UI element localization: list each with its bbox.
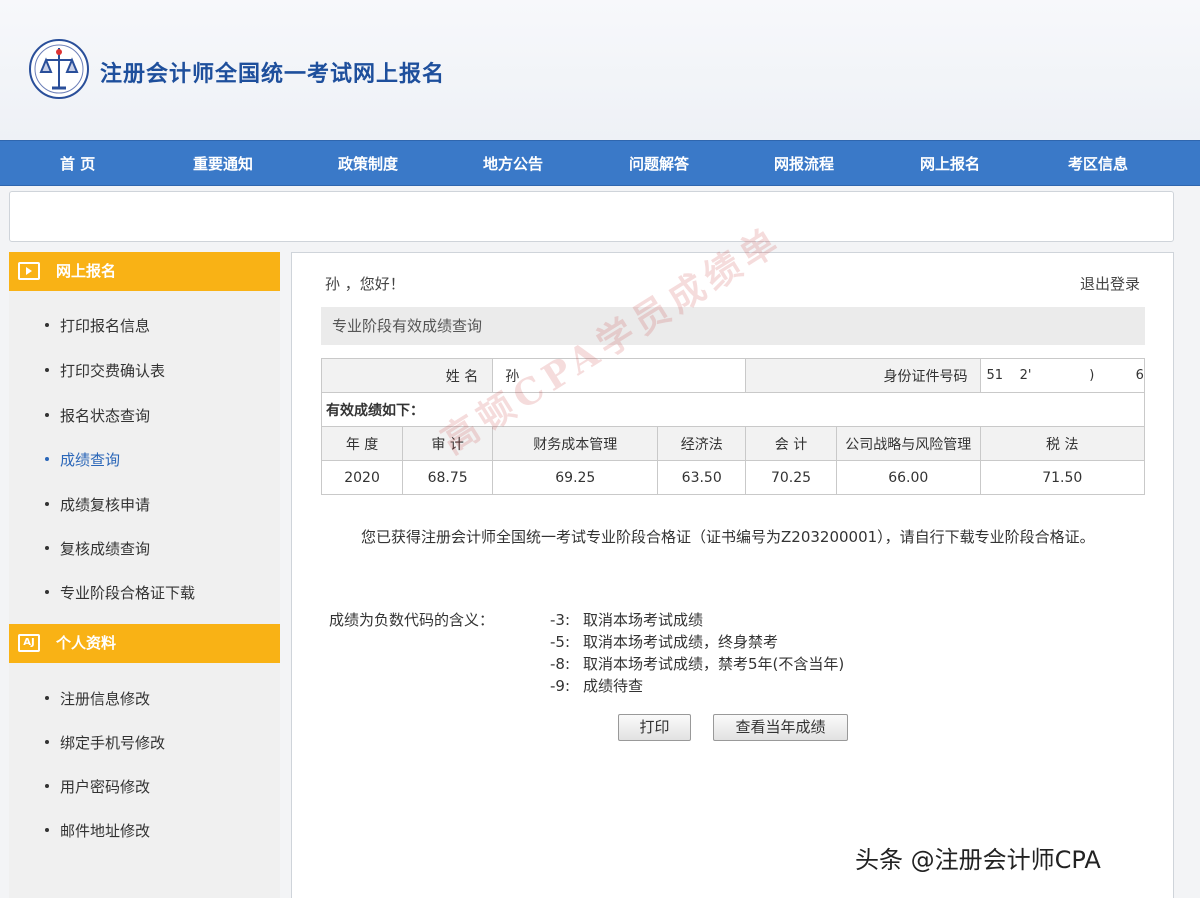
id-label: 身份证件号码: [745, 358, 981, 393]
sidebar-header-label: 个人资料: [56, 634, 117, 652]
bullet-icon: [45, 412, 49, 417]
sidebar: 网上报名 打印报名信息 打印交费确认表 报名状态查询 成绩查询 成绩复核申请 复…: [9, 252, 280, 898]
code-meaning: 取消本场考试成绩，终身禁考: [583, 633, 779, 651]
code-meaning: 成绩待查: [583, 677, 644, 695]
header-financial-management: 财务成本管理: [492, 426, 659, 461]
greeting: 孙 ，您好！: [325, 275, 405, 293]
header-audit: 审 计: [402, 426, 494, 461]
bullet-icon: [45, 739, 49, 744]
logout-link[interactable]: 退出登录: [1080, 273, 1140, 294]
sidebar-item-label: 复核成绩查询: [60, 540, 151, 558]
sidebar-item-label: 成绩查询: [60, 451, 121, 469]
cell-tax: 71.50: [979, 460, 1146, 495]
header-tax: 税 法: [979, 426, 1146, 461]
sidebar-header-label: 网上报名: [56, 262, 117, 280]
list-item: -5: 取消本场考试成绩，终身禁考: [550, 631, 844, 653]
cell-financial-management: 69.25: [492, 460, 659, 495]
nav-item-faq[interactable]: 问题解答: [629, 141, 689, 187]
sidebar-item-review-apply[interactable]: 成绩复核申请: [45, 494, 150, 515]
sidebar-item-review-query[interactable]: 复核成绩查询: [45, 538, 150, 559]
cell-audit: 68.75: [402, 460, 494, 495]
bullet-icon: [45, 456, 49, 461]
bullet-icon: [45, 322, 49, 327]
header-year: 年 度: [320, 426, 404, 461]
sidebar-item-print-registration[interactable]: 打印报名信息: [45, 315, 150, 336]
sidebar-item-edit-password[interactable]: 用户密码修改: [45, 776, 150, 797]
section-title-bar: 专业阶段有效成绩查询: [321, 307, 1145, 345]
bullet-icon: [45, 827, 49, 832]
view-year-scores-button[interactable]: 查看当年成绩: [713, 714, 848, 741]
code-value: -3:: [550, 611, 571, 629]
code-meaning: 取消本场考试成绩，禁考5年(不含当年): [583, 655, 845, 673]
name-label: 姓 名: [320, 358, 494, 393]
code-value: -9:: [550, 677, 571, 695]
corner-watermark: 头条 @注册会计师CPA: [855, 846, 1101, 874]
header-accounting: 会 计: [745, 426, 838, 461]
sidebar-item-status-query[interactable]: 报名状态查询: [45, 405, 150, 426]
bullet-icon: [45, 545, 49, 550]
cicpa-logo-icon: [29, 39, 89, 99]
sidebar-item-edit-phone[interactable]: 绑定手机号修改: [45, 732, 165, 753]
sidebar-item-label: 绑定手机号修改: [60, 734, 166, 752]
banner-box: [9, 191, 1174, 242]
id-value: 51 2' ) 6: [979, 358, 1146, 393]
header-strategy: 公司战略与风险管理: [836, 426, 981, 461]
list-item: -8: 取消本场考试成绩，禁考5年(不含当年): [550, 653, 844, 675]
profile-card-icon: AJ: [18, 634, 40, 652]
code-value: -8:: [550, 655, 571, 673]
sidebar-item-label: 打印报名信息: [60, 317, 151, 335]
bullet-icon: [45, 501, 49, 506]
cell-strategy: 66.00: [836, 460, 981, 495]
header-economic-law: 经济法: [657, 426, 747, 461]
table-row: 2020 68.75 69.25 63.50 70.25 66.00 71.50: [320, 460, 1146, 495]
sidebar-item-edit-registration[interactable]: 注册信息修改: [45, 688, 150, 709]
list-item: -9: 成绩待查: [550, 675, 844, 697]
site-title: 注册会计师全国统一考试网上报名: [100, 62, 446, 87]
nav-item-process[interactable]: 网报流程: [774, 141, 834, 187]
cell-economic-law: 63.50: [657, 460, 747, 495]
nav-item-home[interactable]: 首 页: [60, 141, 95, 187]
code-meaning: 取消本场考试成绩: [583, 611, 704, 629]
print-button[interactable]: 打印: [618, 714, 691, 741]
nav-item-local-announcements[interactable]: 地方公告: [483, 141, 543, 187]
valid-scores-label: 有效成绩如下：: [321, 392, 1145, 427]
negative-code-label: 成绩为负数代码的含义：: [329, 611, 495, 629]
negative-code-list: -3: 取消本场考试成绩 -5: 取消本场考试成绩，终身禁考 -8: 取消本场考试成绩…: [550, 609, 844, 697]
sidebar-item-print-payment[interactable]: 打印交费确认表: [45, 360, 165, 381]
sidebar-item-label: 报名状态查询: [60, 407, 151, 425]
nav-item-policies[interactable]: 政策制度: [338, 141, 398, 187]
cell-accounting: 70.25: [745, 460, 838, 495]
certificate-notice: 您已获得注册会计师全国统一考试专业阶段合格证（证书编号为Z203200001），…: [361, 528, 1095, 546]
monitor-icon: [18, 262, 40, 280]
bullet-icon: [45, 695, 49, 700]
main-panel: 孙 ，您好！ 退出登录 专业阶段有效成绩查询 姓 名 孙 身份证件号码 51 2…: [291, 252, 1174, 898]
nav-item-notices[interactable]: 重要通知: [193, 141, 253, 187]
sidebar-item-certificate-download[interactable]: 专业阶段合格证下载: [45, 582, 195, 603]
sidebar-item-label: 注册信息修改: [60, 690, 151, 708]
nav-item-online-registration[interactable]: 网上报名: [920, 141, 980, 187]
bullet-icon: [45, 367, 49, 372]
bullet-icon: [45, 589, 49, 594]
sidebar-header-profile: AJ 个人资料: [9, 624, 280, 663]
list-item: -3: 取消本场考试成绩: [550, 609, 844, 631]
score-table: 姓 名 孙 身份证件号码 51 2' ) 6 有效成绩如下： 年 度 审 计 财…: [320, 358, 1146, 495]
bullet-icon: [45, 783, 49, 788]
sidebar-item-score-query[interactable]: 成绩查询: [45, 449, 120, 470]
section-title: 专业阶段有效成绩查询: [332, 317, 483, 335]
sidebar-item-label: 专业阶段合格证下载: [60, 584, 196, 602]
sidebar-item-label: 成绩复核申请: [60, 496, 151, 514]
cell-year: 2020: [320, 460, 404, 495]
nav-item-exam-areas[interactable]: 考区信息: [1068, 141, 1128, 187]
name-value: 孙: [492, 358, 747, 393]
main-nav: 首 页 重要通知 政策制度 地方公告 问题解答 网报流程 网上报名 考区信息: [0, 140, 1200, 186]
sidebar-header-registration: 网上报名: [9, 252, 280, 291]
sidebar-item-label: 打印交费确认表: [60, 362, 166, 380]
sidebar-item-label: 用户密码修改: [60, 778, 151, 796]
sidebar-item-edit-email[interactable]: 邮件地址修改: [45, 820, 150, 841]
site-header: 注册会计师全国统一考试网上报名: [0, 0, 1200, 140]
code-value: -5:: [550, 633, 571, 651]
sidebar-item-label: 邮件地址修改: [60, 822, 151, 840]
